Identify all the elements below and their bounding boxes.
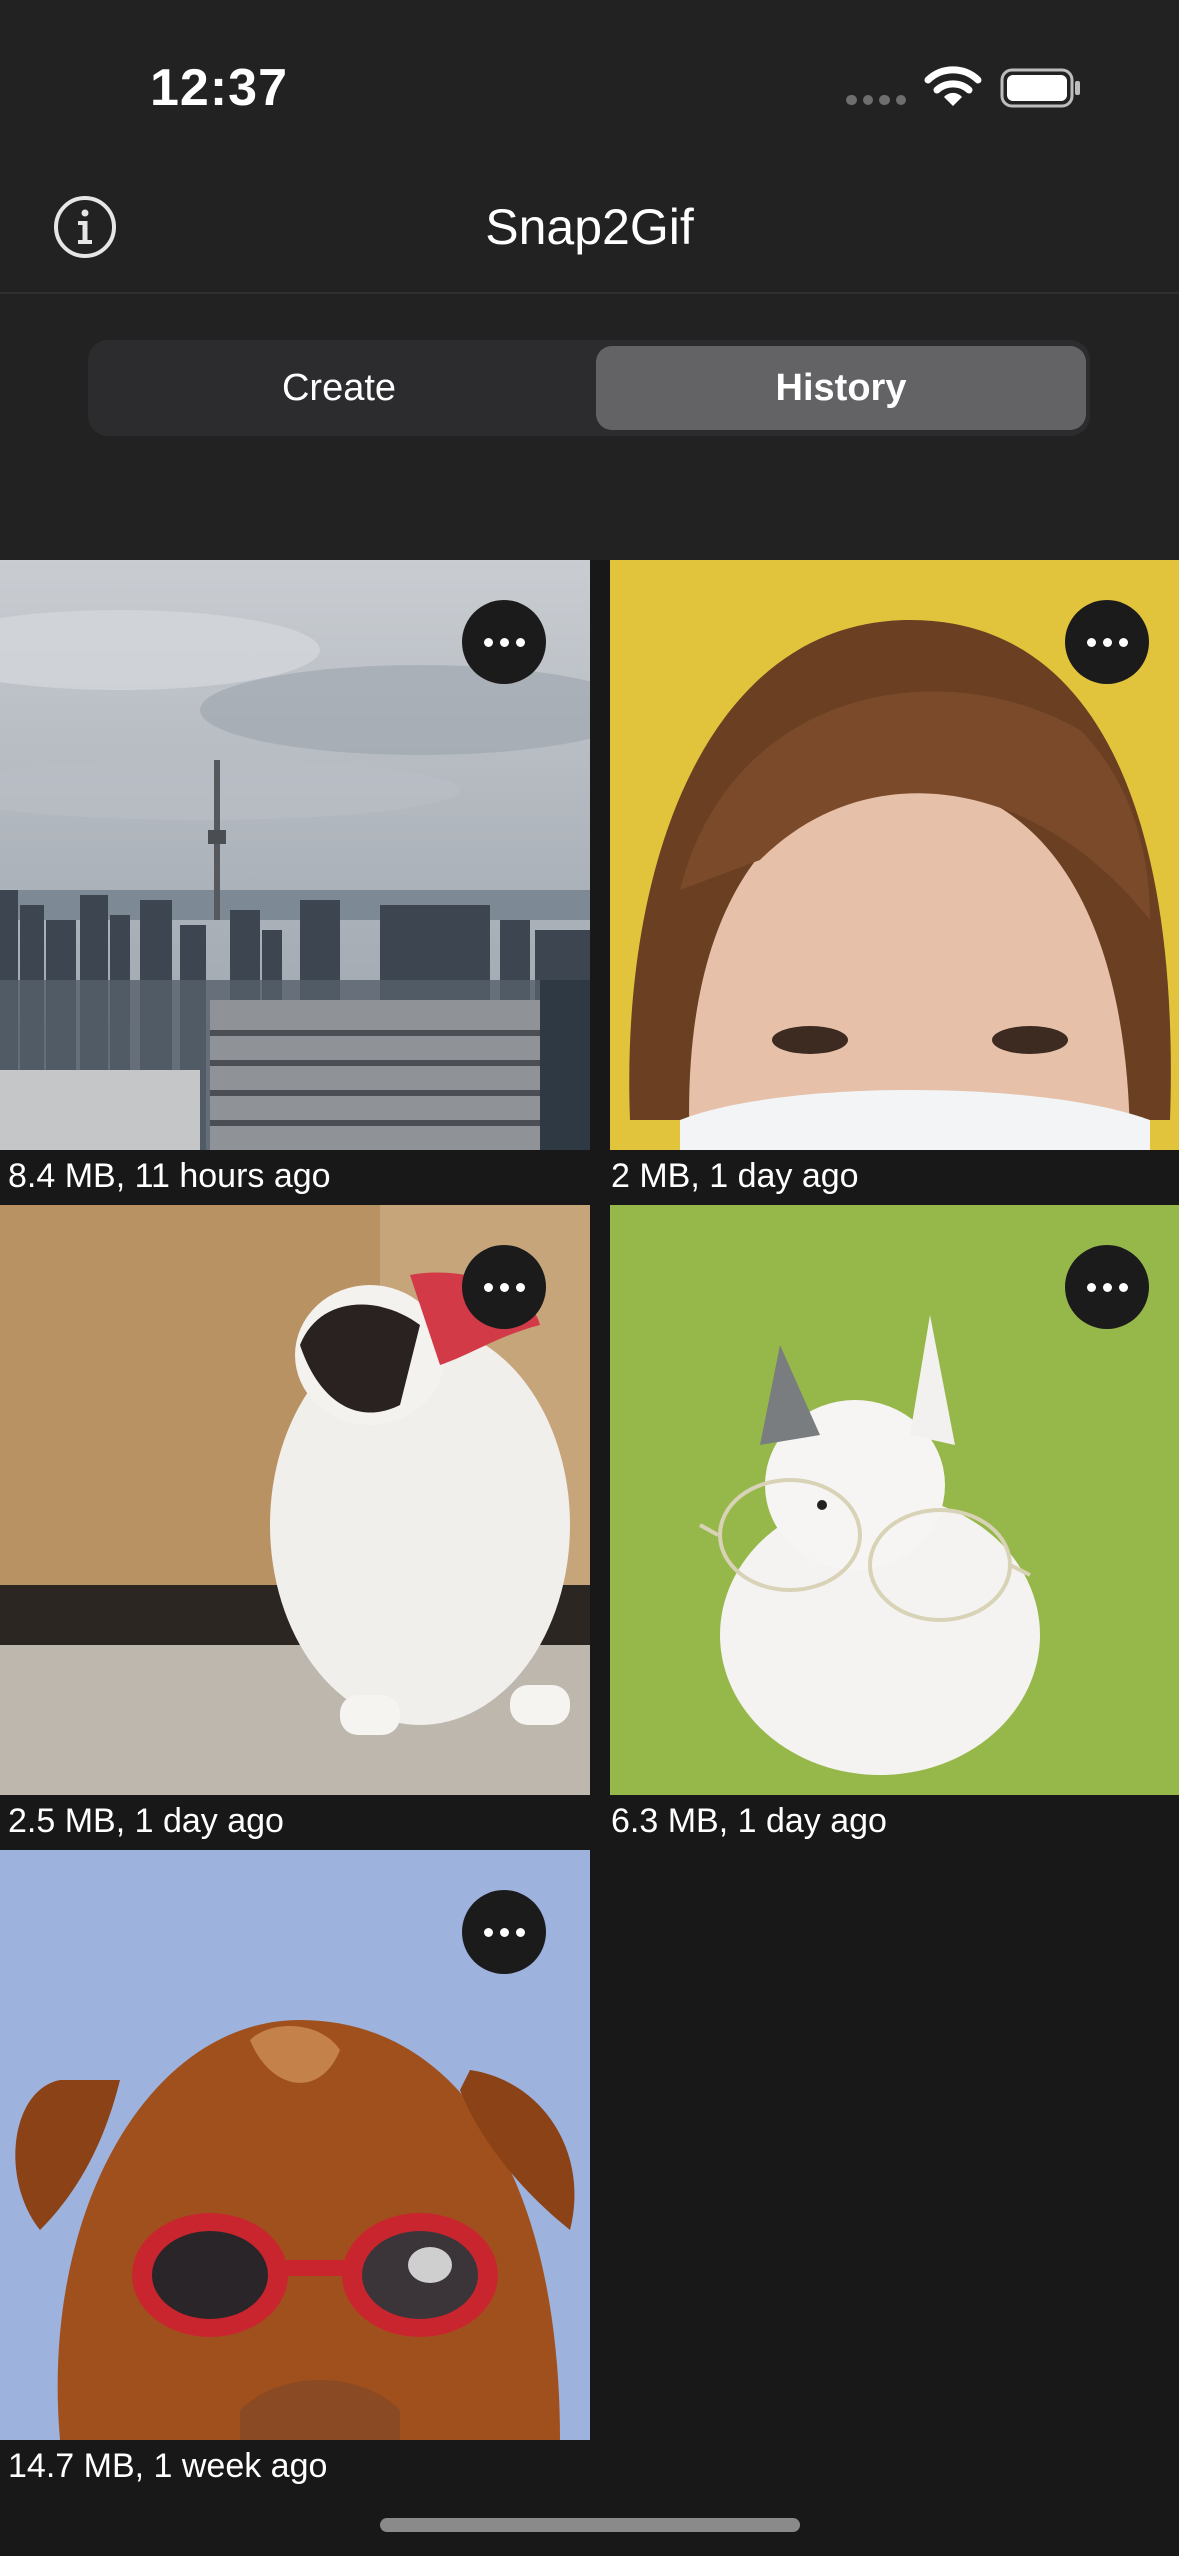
more-options-button[interactable] (1065, 600, 1149, 684)
history-item-caption: 2.5 MB, 1 day ago (8, 1802, 284, 1840)
ellipsis-icon (483, 1927, 525, 1937)
battery-icon (1000, 68, 1080, 108)
more-options-button[interactable] (1065, 1245, 1149, 1329)
history-item-thumbnail[interactable] (603, 1205, 1179, 1795)
segment-create[interactable]: Create (94, 346, 584, 430)
ellipsis-icon (483, 1282, 525, 1292)
wifi-icon (924, 66, 982, 106)
history-item-thumbnail[interactable] (0, 1205, 590, 1795)
history-item-caption: 2 MB, 1 day ago (611, 1157, 859, 1195)
more-options-button[interactable] (462, 1890, 546, 1974)
ellipsis-icon (483, 637, 525, 647)
home-indicator[interactable] (380, 2518, 800, 2532)
history-item-thumbnail[interactable] (0, 560, 590, 1150)
more-options-button[interactable] (462, 600, 546, 684)
history-item-thumbnail[interactable] (603, 560, 1179, 1150)
history-item-caption: 8.4 MB, 11 hours ago (8, 1157, 331, 1195)
more-options-button[interactable] (462, 1245, 546, 1329)
mode-segmented-control: Create History (88, 340, 1090, 436)
history-item-caption: 6.3 MB, 1 day ago (611, 1802, 887, 1840)
ellipsis-icon (1086, 1282, 1128, 1292)
page-title: Snap2Gif (485, 199, 694, 255)
history-item-caption: 14.7 MB, 1 week ago (8, 2447, 328, 2485)
cellular-signal-icon (846, 95, 906, 105)
history-item-thumbnail[interactable] (0, 1850, 590, 2440)
app-screen: 12:37 Snap2Gif Create History 8.4 MB, 11… (0, 0, 1179, 2556)
segment-history[interactable]: History (596, 346, 1086, 430)
status-bar: 12:37 (0, 0, 1179, 160)
ellipsis-icon (1086, 637, 1128, 647)
status-time: 12:37 (150, 59, 288, 117)
navigation-bar: Snap2Gif (0, 160, 1179, 294)
segment-area: Create History (0, 294, 1179, 560)
